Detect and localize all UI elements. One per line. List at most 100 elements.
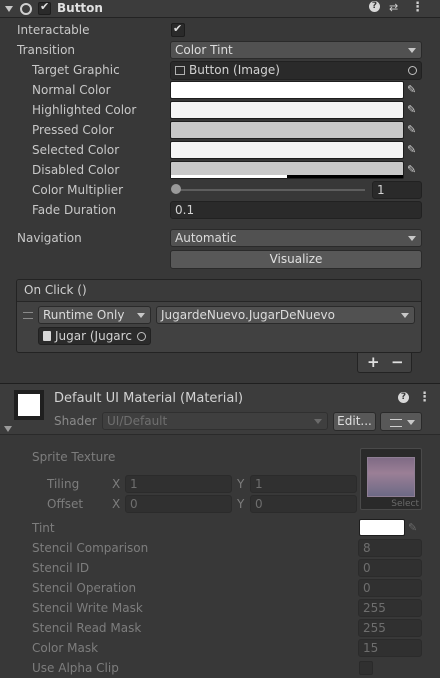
target-graphic-label: Target Graphic [32,63,120,77]
color-multiplier-slider-handle[interactable] [171,184,181,194]
color-multiplier-slider-track[interactable] [175,189,365,191]
kebab-menu-icon[interactable]: ⋮ [411,0,424,15]
color-multiplier-input[interactable]: 1 [372,181,422,199]
add-event-button[interactable]: + [367,353,380,371]
shader-dropdown[interactable]: UI/Default [102,412,328,430]
tiling-x-input[interactable]: 1 [125,475,232,493]
material-property-value: 8 [363,541,371,555]
on-click-panel: On Click () Runtime Only JugardeNuevo.Ju… [16,279,422,353]
script-object-icon [43,331,51,341]
fade-duration-input[interactable]: 0.1 [170,201,422,219]
foldout-arrow-icon[interactable] [4,426,12,432]
navigation-dropdown[interactable]: Automatic [170,229,422,247]
object-picker-icon[interactable] [137,332,146,341]
component-header: ✔ Button ? ⇄ ⋮ [0,0,440,18]
interactable-checkbox[interactable]: ✔ [171,22,185,37]
texture-preview [367,457,415,497]
function-value: JugardeNuevo.JugarDeNuevo [161,308,335,322]
highlighted-color-label: Highlighted Color [32,103,137,117]
image-object-icon [175,66,185,75]
offset-x-label: X [112,497,121,511]
material-property-input[interactable]: 255 [358,599,422,617]
use-alpha-clip-checkbox[interactable] [359,661,373,675]
offset-y-value: 0 [255,497,263,511]
material-property-value: 255 [363,601,386,615]
material-header: Default UI Material (Material) ? ⋮ Shade… [0,384,440,435]
target-object-field[interactable]: Jugar (Jugarc [38,327,151,345]
drag-handle-icon[interactable] [23,312,33,319]
selected-color-label: Selected Color [32,143,120,157]
tint-label: Tint [32,521,55,535]
chevron-down-icon [408,48,416,53]
tint-color-swatch[interactable] [359,519,405,536]
function-dropdown[interactable]: JugardeNuevo.JugarDeNuevo [156,306,415,324]
eyedropper-icon[interactable]: ✎ [408,521,422,535]
transition-value: Color Tint [175,43,233,57]
material-property-label: Stencil Comparison [32,541,149,555]
visualize-button[interactable]: Visualize [170,250,422,269]
offset-label: Offset [47,497,84,511]
normal-color-label: Normal Color [32,83,111,97]
alpha-bar-fill [171,175,287,178]
chevron-down-icon [408,236,416,241]
material-property-label: Stencil Operation [32,581,137,595]
material-property-value: 255 [363,621,386,635]
offset-x-value: 0 [130,497,138,511]
shader-label: Shader [54,414,97,428]
offset-y-input[interactable]: 0 [250,495,357,513]
texture-select-label[interactable]: Select [391,499,419,509]
transition-dropdown[interactable]: Color Tint [170,41,422,59]
shader-edit-button[interactable]: Edit... [333,412,376,431]
use-alpha-clip-label: Use Alpha Clip [32,661,119,675]
preset-icon[interactable]: ⇄ [389,1,398,14]
component-title: Button [57,1,103,15]
material-property-input[interactable]: 0 [358,579,422,597]
target-graphic-field[interactable]: Button (Image) [170,61,422,80]
highlighted-color-swatch[interactable] [170,101,404,119]
disabled-color-swatch[interactable] [170,161,404,179]
layers-dropdown-button[interactable] [380,412,422,431]
target-graphic-value: Button (Image) [189,63,280,77]
help-icon[interactable]: ? [369,1,380,12]
kebab-menu-icon[interactable]: ⋮ [418,390,431,405]
material-property-input[interactable]: 8 [358,539,422,557]
check-icon: ✔ [173,22,183,35]
material-property-input[interactable]: 15 [358,639,422,657]
sprite-texture-slot[interactable]: Select [360,448,422,510]
offset-x-input[interactable]: 0 [125,495,232,513]
eyedropper-icon[interactable]: ✎ [407,103,421,117]
color-multiplier-label: Color Multiplier [32,183,124,197]
normal-color-swatch[interactable] [170,81,404,99]
component-enabled-checkbox[interactable]: ✔ [38,0,51,15]
eyedropper-icon[interactable]: ✎ [407,163,421,177]
selected-color-swatch[interactable] [170,141,404,159]
remove-event-button[interactable]: − [391,353,404,371]
tiling-y-value: 1 [255,477,263,491]
component-radio-icon [20,3,32,15]
runtime-mode-dropdown[interactable]: Runtime Only [38,306,151,324]
tiling-label: Tiling [47,477,80,491]
material-property-value: 0 [363,561,371,575]
material-property-label: Stencil Read Mask [32,621,142,635]
tiling-y-input[interactable]: 1 [250,475,357,493]
material-property-input[interactable]: 0 [358,559,422,577]
fade-duration-label: Fade Duration [32,203,117,217]
transition-label: Transition [17,43,76,57]
tiling-y-label: Y [237,477,245,491]
eyedropper-icon[interactable]: ✎ [407,123,421,137]
material-property-value: 0 [363,581,371,595]
material-property-value: 15 [363,641,379,655]
navigation-label: Navigation [17,231,82,245]
edit-label: Edit... [337,414,372,428]
material-property-input[interactable]: 255 [358,619,422,637]
interactable-label: Interactable [17,23,90,37]
chevron-down-icon [407,420,415,425]
runtime-mode-value: Runtime Only [43,308,125,322]
pressed-color-swatch[interactable] [170,121,404,139]
eyedropper-icon[interactable]: ✎ [407,143,421,157]
eyedropper-icon[interactable]: ✎ [407,83,421,97]
object-picker-icon[interactable] [408,66,417,75]
foldout-arrow-icon[interactable] [5,6,13,12]
material-property-label: Stencil Write Mask [32,601,143,615]
help-icon[interactable]: ? [398,392,409,403]
